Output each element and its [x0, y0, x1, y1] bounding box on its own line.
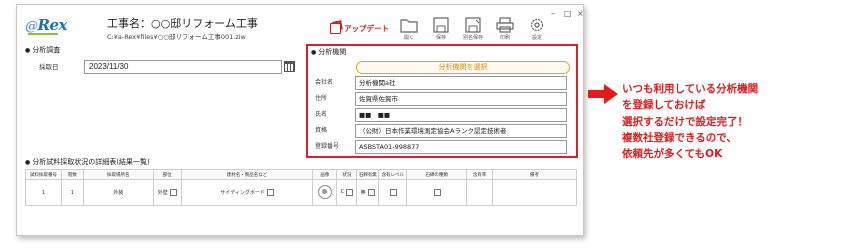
cell-image[interactable]	[312, 179, 338, 206]
lab-company-row: 会社名 分析機関a社	[313, 76, 567, 90]
annotation-line: 選択するだけで設定完了！	[622, 115, 748, 128]
column-header: 試料採取番号	[25, 169, 62, 180]
annotation-line: いつも利用している分析機関	[622, 83, 759, 95]
lab-field-label: 住所	[315, 95, 328, 102]
sampling-date-input[interactable]: 2023/11/30	[84, 60, 282, 74]
cell-no: 1	[25, 179, 62, 206]
work-title: 工事名：○○邸リフォーム工事	[107, 17, 258, 30]
cell-rate[interactable]	[466, 179, 494, 206]
cell-floor: 1	[60, 179, 84, 206]
dropdown-icon[interactable]	[434, 189, 442, 196]
open-button[interactable]: 開く	[397, 17, 421, 41]
annotation-line: を登録しておけば	[622, 99, 706, 112]
column-header: 状況	[336, 169, 358, 180]
save-as-icon	[465, 17, 481, 33]
lab-field-label: 登録番号	[315, 143, 340, 150]
gear-icon	[530, 18, 544, 32]
cell-level[interactable]	[378, 179, 408, 206]
app-window: @Rex 工事名：○○邸リフォーム工事 C:¥a-Rex¥files¥○○邸リフ…	[16, 4, 584, 236]
lab-registration-row: 登録番号 ASBSTA01-998877	[313, 140, 567, 154]
lab-address-row: 住所 佐賀県佐賀市	[313, 92, 567, 106]
annotation-line: 依頼先が多くてもOK	[622, 148, 723, 161]
dropdown-icon[interactable]	[266, 189, 274, 196]
dropdown-icon[interactable]	[367, 189, 375, 196]
dropdown-icon[interactable]	[346, 189, 354, 196]
cell-material[interactable]: サイディングボード	[180, 179, 314, 206]
column-header: 備考	[492, 169, 577, 180]
lab-field-label: 氏名	[315, 111, 328, 118]
lab-registration-field[interactable]: ASBSTA01-998877	[355, 140, 567, 154]
save-icon	[433, 17, 449, 33]
dropdown-icon[interactable]	[390, 189, 398, 196]
dropdown-icon[interactable]	[169, 189, 177, 196]
table-row[interactable]: 1 1 外装 外壁 サイディングボード C 無	[25, 179, 577, 206]
cell-type[interactable]	[406, 179, 468, 206]
annotation-line: 複数社登録できるので、	[622, 131, 737, 144]
table-header-row: 試料採取番号 階数 採取場所名 部位 建材名・製品名など 画像 状況 石綿有無 …	[25, 169, 577, 180]
save-as-button[interactable]: 別名保存	[461, 17, 485, 41]
lab-address-field[interactable]: 佐賀県佐賀市	[355, 92, 567, 106]
column-header: 建材名・製品名など	[180, 169, 314, 180]
work-file-path: C:¥a-Rex¥files¥○○邸リフォーム工事001.ziw	[107, 33, 246, 41]
cell-status[interactable]: C	[336, 179, 358, 206]
column-header: 階数	[60, 169, 84, 180]
column-header: 含有レベル	[378, 169, 408, 180]
column-header: 石綿の種類	[406, 169, 468, 180]
column-header: 石綿有無	[356, 169, 380, 180]
settings-button[interactable]: 設定	[525, 17, 549, 41]
lab-qualification-field[interactable]: （公財）日本作業環境測定協会Aランク認定技術者	[355, 124, 567, 138]
lab-name-field[interactable]: ■■ ■■	[355, 108, 567, 122]
details-table: 試料採取番号 階数 採取場所名 部位 建材名・製品名など 画像 状況 石綿有無 …	[25, 169, 577, 206]
update-icon	[330, 22, 341, 34]
column-header: 含有率	[466, 169, 494, 180]
annotation-text: いつも利用している分析機関 を登録しておけば 選択するだけで設定完了！ 複数社登…	[622, 81, 842, 162]
lab-field-label: 資格	[315, 127, 328, 134]
logo-underline	[28, 33, 58, 35]
lab-company-field[interactable]: 分析機関a社	[355, 76, 567, 90]
column-header: 部位	[152, 169, 182, 180]
lab-name-row: 氏名 ■■ ■■	[313, 108, 567, 122]
sampling-section-label: 分析調査	[25, 45, 60, 55]
print-icon	[496, 17, 514, 33]
cell-asbestos[interactable]: 無	[356, 179, 380, 206]
app-logo: @Rex	[25, 16, 67, 34]
column-header: 採取場所名	[82, 169, 154, 180]
folder-icon	[400, 19, 418, 33]
calendar-icon[interactable]	[284, 61, 295, 72]
sampling-date-label: 採取日	[39, 63, 59, 71]
details-section-label: 分析試料採取状況の詳細表(結果一覧)	[25, 157, 149, 167]
update-button[interactable]: アップデート	[330, 20, 389, 36]
minimize-button[interactable]: –	[551, 9, 555, 18]
save-button[interactable]: 保存	[429, 17, 453, 41]
column-header: 画像	[312, 169, 338, 180]
cell-remarks[interactable]	[492, 179, 577, 206]
close-button[interactable]: ×	[577, 9, 583, 18]
camera-icon[interactable]	[317, 184, 332, 199]
maximize-button[interactable]: □	[564, 9, 572, 18]
arrow-right-icon	[588, 84, 618, 104]
cell-part[interactable]: 外壁	[152, 179, 182, 206]
print-button[interactable]: 印刷	[493, 17, 517, 41]
lab-qualification-row: 資格 （公財）日本作業環境測定協会Aランク認定技術者	[313, 124, 567, 138]
cell-place[interactable]: 外装	[82, 179, 154, 206]
lab-field-label: 会社名	[315, 79, 334, 86]
select-lab-button[interactable]: 分析機関を選択	[356, 61, 570, 74]
